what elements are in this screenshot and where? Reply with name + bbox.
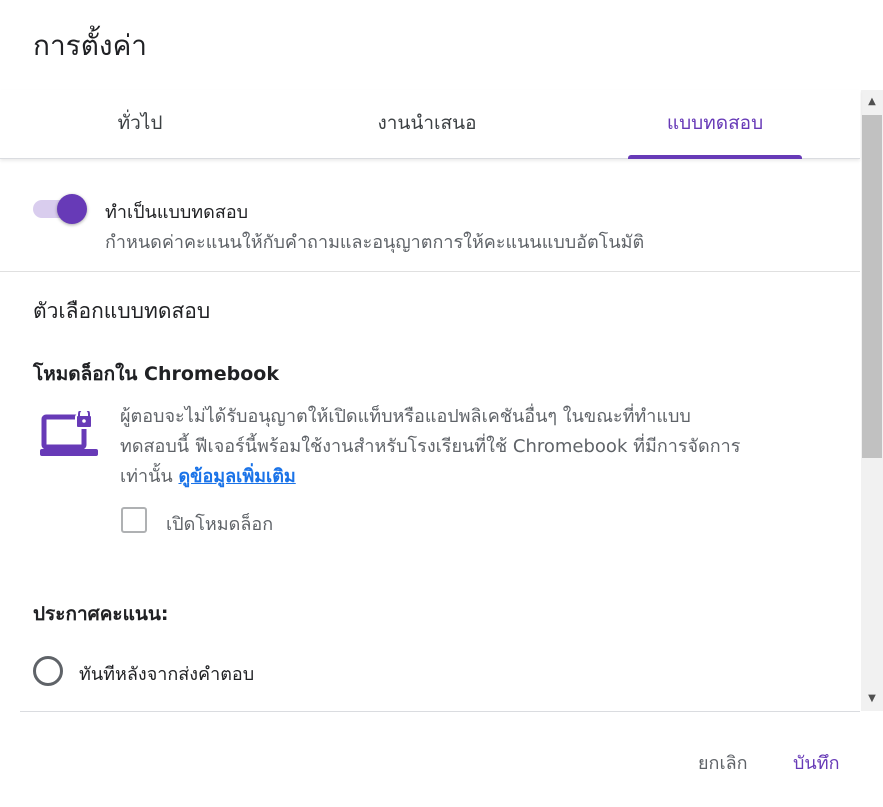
section-divider <box>0 271 860 272</box>
tab-presentation[interactable]: งานนำเสนอ <box>327 90 527 158</box>
scroll-up-arrow-icon[interactable]: ▲ <box>861 92 883 112</box>
active-tab-indicator <box>628 155 802 159</box>
lock-mode-checkbox[interactable] <box>121 507 147 533</box>
lock-mode-title: โหมดล็อกใน Chromebook <box>33 363 279 385</box>
scrollbar-thumb[interactable] <box>862 115 882 458</box>
lock-mode-description: ผู้ตอบจะไม่ได้รับอนุญาตให้เปิดแท็บหรือแอ… <box>120 402 820 492</box>
make-quiz-description: กำหนดค่าคะแนนให้กับคำถามและอนุญาตการให้ค… <box>105 232 645 253</box>
toggle-thumb <box>57 194 87 224</box>
release-immediately-label: ทันทีหลังจากส่งคำตอบ <box>79 664 255 685</box>
vertical-scrollbar[interactable]: ▲ ▼ <box>861 90 883 711</box>
settings-scroll-area: ทำเป็นแบบทดสอบ กำหนดค่าคะแนนให้กับคำถามแ… <box>0 159 860 711</box>
lock-desc-line-2: ทดสอบนี้ ฟีเจอร์นี้พร้อมใช้งานสำหรับโรงเ… <box>120 436 741 457</box>
footer-divider <box>20 711 860 712</box>
tab-bar: ทั่วไป งานนำเสนอ แบบทดสอบ <box>0 90 860 159</box>
lock-mode-checkbox-label: เปิดโหมดล็อก <box>166 514 274 535</box>
quiz-options-title: ตัวเลือกแบบทดสอบ <box>33 299 211 323</box>
tab-quizzes[interactable]: แบบทดสอบ <box>628 90 802 159</box>
lock-desc-line-1: ผู้ตอบจะไม่ได้รับอนุญาตให้เปิดแท็บหรือแอ… <box>120 406 691 427</box>
learn-more-link[interactable]: ดูข้อมูลเพิ่มเติม <box>178 466 295 487</box>
release-immediately-radio[interactable] <box>33 656 63 686</box>
tab-general-label: ทั่วไป <box>117 112 163 134</box>
tab-presentation-label: งานนำเสนอ <box>377 112 477 134</box>
make-quiz-title: ทำเป็นแบบทดสอบ <box>105 202 249 223</box>
cancel-button[interactable]: ยกเลิก <box>698 748 748 777</box>
tab-quizzes-label: แบบทดสอบ <box>666 112 764 134</box>
lock-desc-line-3: เท่านั้น <box>120 466 173 487</box>
save-button[interactable]: บันทึก <box>793 748 840 777</box>
laptop-lock-icon <box>40 411 98 456</box>
release-grade-title: ประกาศคะแนน: <box>33 603 169 625</box>
scroll-down-arrow-icon[interactable]: ▼ <box>861 689 883 709</box>
make-quiz-toggle[interactable] <box>33 193 89 225</box>
dialog-title: การตั้งค่า <box>33 29 148 62</box>
tab-general[interactable]: ทั่วไป <box>40 90 240 158</box>
